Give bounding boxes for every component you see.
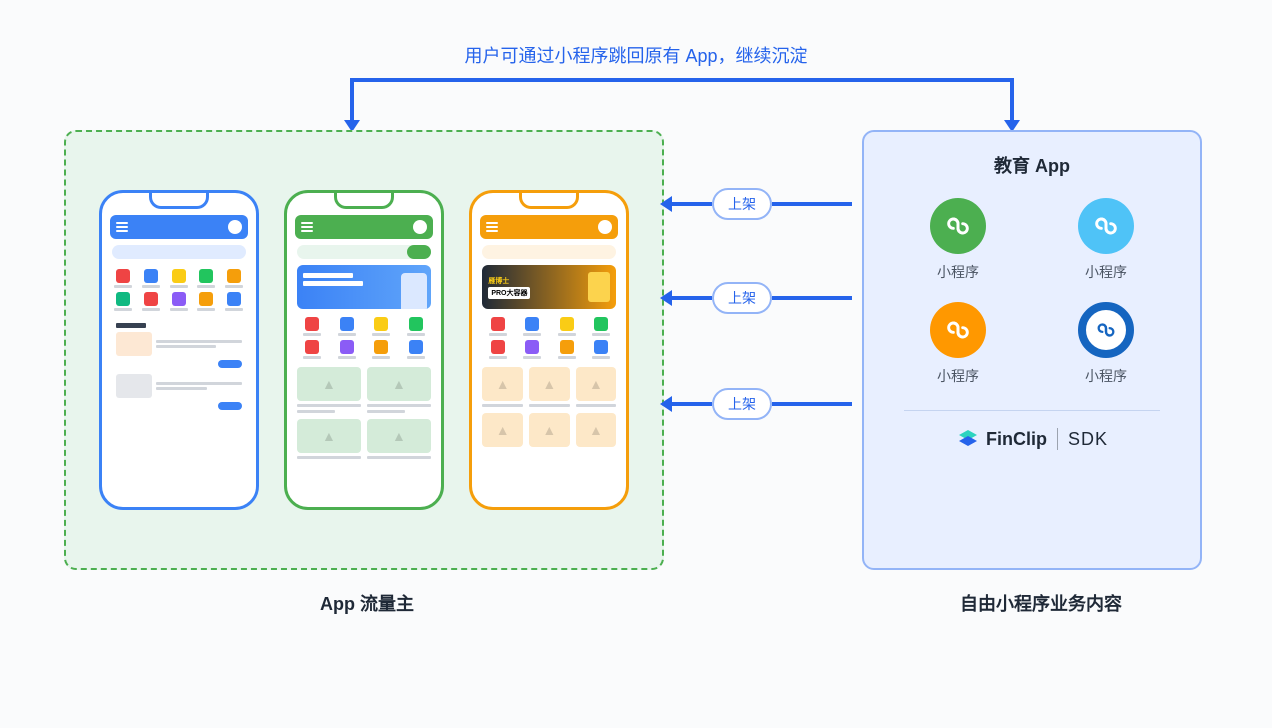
miniprogram-item: 小程序 <box>904 302 1012 386</box>
miniprogram-item: 小程序 <box>1052 198 1160 282</box>
app-icon-grid <box>110 265 248 315</box>
app-tile <box>551 340 582 359</box>
pro-badge: PRO大容器 <box>488 287 530 299</box>
app-tile <box>139 269 163 288</box>
promo-banner: 雁博士 PRO大容器 <box>482 265 616 309</box>
finclip-logo: FinClip <box>956 427 1047 451</box>
miniprogram-label: 小程序 <box>937 262 979 282</box>
app-tile <box>331 340 362 359</box>
app-tile <box>400 317 431 336</box>
phone-header <box>480 215 618 239</box>
miniprogram-grid: 小程序小程序小程序小程序 <box>884 198 1180 386</box>
miniprogram-icon <box>1078 302 1134 358</box>
right-panel-education-app: 教育 App 小程序小程序小程序小程序 FinClip SDK <box>862 130 1202 570</box>
arrow-top-right-vertical <box>1010 78 1014 124</box>
app-tile <box>112 292 136 311</box>
app-tile <box>586 317 617 336</box>
app-tile <box>482 317 513 336</box>
app-tile <box>586 340 617 359</box>
publish-pill: 上架 <box>712 282 772 314</box>
left-panel-label: App 流量主 <box>320 590 414 616</box>
publish-arrow-1: 上架 <box>660 188 852 220</box>
miniprogram-icon <box>1078 198 1134 254</box>
phone-mockup-yellow: 雁博士 PRO大容器 <box>469 190 629 510</box>
search-bar <box>482 245 616 259</box>
left-panel-app-traffic: 雁博士 PRO大容器 <box>64 130 664 570</box>
miniprogram-item: 小程序 <box>1052 302 1160 386</box>
miniprogram-icon <box>930 302 986 358</box>
menu-icon <box>301 222 313 232</box>
right-panel-label: 自由小程序业务内容 <box>960 590 1122 616</box>
top-flow-label: 用户可通过小程序跳回原有 App，继续沉淀 <box>464 42 807 68</box>
finclip-text: FinClip <box>986 429 1047 450</box>
divider <box>904 410 1160 411</box>
app-tile <box>167 269 191 288</box>
app-tile <box>297 317 328 336</box>
app-tile <box>112 269 136 288</box>
publish-arrow-3: 上架 <box>660 388 852 420</box>
app-tile <box>400 340 431 359</box>
app-tile <box>222 269 246 288</box>
miniprogram-label: 小程序 <box>1085 262 1127 282</box>
app-tile <box>331 317 362 336</box>
app-tile <box>517 317 548 336</box>
search-bar <box>112 245 246 259</box>
app-tile <box>482 340 513 359</box>
phone-header <box>110 215 248 239</box>
app-tile <box>194 292 218 311</box>
app-tile <box>517 340 548 359</box>
publish-arrow-2: 上架 <box>660 282 852 314</box>
app-tile <box>167 292 191 311</box>
avatar-icon <box>228 220 242 234</box>
sdk-text: SDK <box>1068 429 1108 450</box>
app-icon-grid <box>295 313 433 363</box>
content-placeholders <box>295 363 433 463</box>
miniprogram-label: 小程序 <box>1085 366 1127 386</box>
publish-pill: 上架 <box>712 388 772 420</box>
miniprogram-item: 小程序 <box>904 198 1012 282</box>
miniprogram-label: 小程序 <box>937 366 979 386</box>
menu-icon <box>116 222 128 232</box>
avatar-icon <box>413 220 427 234</box>
menu-icon <box>486 222 498 232</box>
app-tile <box>366 340 397 359</box>
phone-notch <box>519 193 579 209</box>
phone-notch <box>334 193 394 209</box>
phone-header <box>295 215 433 239</box>
miniprogram-icon <box>930 198 986 254</box>
phone-mockup-blue <box>99 190 259 510</box>
finclip-mark-icon <box>956 427 980 451</box>
app-icon-grid <box>480 313 618 363</box>
arrow-top-left-vertical <box>350 78 354 124</box>
arrow-top-horizontal <box>350 78 1010 82</box>
sdk-brand-row: FinClip SDK <box>884 427 1180 451</box>
search-bar <box>297 245 431 259</box>
right-panel-title: 教育 App <box>884 152 1180 178</box>
app-tile <box>366 317 397 336</box>
content-section <box>112 319 246 414</box>
app-tile <box>222 292 246 311</box>
banner-text: 雁博士 <box>488 276 530 286</box>
app-tile <box>194 269 218 288</box>
app-tile <box>551 317 582 336</box>
phone-mockup-green <box>284 190 444 510</box>
app-tile <box>139 292 163 311</box>
content-placeholders <box>480 363 618 451</box>
avatar-icon <box>598 220 612 234</box>
promo-banner <box>297 265 431 309</box>
separator <box>1057 428 1058 450</box>
publish-pill: 上架 <box>712 188 772 220</box>
app-tile <box>297 340 328 359</box>
phone-notch <box>149 193 209 209</box>
